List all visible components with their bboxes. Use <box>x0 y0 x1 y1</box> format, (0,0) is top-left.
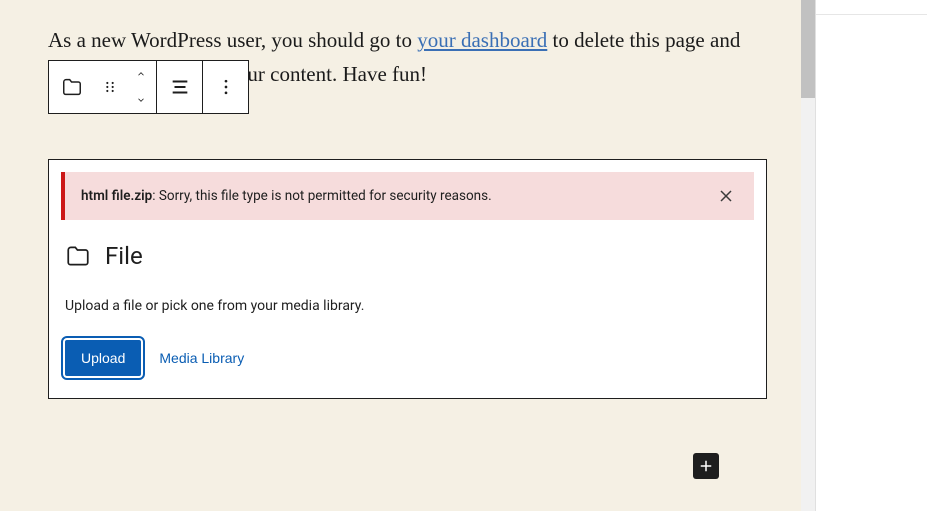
media-library-button[interactable]: Media Library <box>159 350 244 366</box>
error-text: Sorry, this file type is not permitted f… <box>159 188 492 204</box>
upload-button[interactable]: Upload <box>65 340 141 376</box>
drag-handle[interactable] <box>94 61 126 113</box>
error-message: html file.zip: Sorry, this file type is … <box>81 188 706 204</box>
align-button[interactable] <box>157 61 202 113</box>
chevron-down-icon <box>134 95 148 105</box>
dashboard-link[interactable]: your dashboard <box>417 28 547 52</box>
error-notice: html file.zip: Sorry, this file type is … <box>61 172 754 220</box>
drag-icon <box>102 79 118 95</box>
plus-icon <box>697 457 715 475</box>
file-placeholder-header: File <box>61 242 754 270</box>
options-button[interactable] <box>203 61 248 113</box>
chevron-up-icon <box>134 69 148 79</box>
block-toolbar <box>48 60 249 114</box>
file-icon <box>61 76 83 98</box>
dismiss-error-button[interactable] <box>710 180 742 212</box>
paragraph-text-before: As a new WordPress user, you should go t… <box>48 28 417 52</box>
file-placeholder-instructions: Upload a file or pick one from your medi… <box>61 298 754 314</box>
block-type-button[interactable] <box>49 61 94 113</box>
move-up-button[interactable] <box>126 61 156 87</box>
file-icon <box>65 243 91 269</box>
add-block-button[interactable] <box>693 453 719 479</box>
align-icon <box>169 76 191 98</box>
editor-canvas: As a new WordPress user, you should go t… <box>0 0 815 511</box>
block-movers <box>126 61 156 113</box>
more-vertical-icon <box>216 77 236 97</box>
editor-scrollbar-thumb[interactable] <box>801 0 815 98</box>
error-separator: : <box>152 188 159 204</box>
file-placeholder-title: File <box>105 242 143 270</box>
settings-sidebar <box>815 0 927 511</box>
move-down-button[interactable] <box>126 87 156 113</box>
file-placeholder-actions: Upload Media Library <box>61 340 754 386</box>
file-block[interactable]: html file.zip: Sorry, this file type is … <box>48 159 767 399</box>
error-filename: html file.zip <box>81 188 152 204</box>
sidebar-divider <box>816 14 927 15</box>
editor-scrollbar-track[interactable] <box>801 0 815 511</box>
close-icon <box>716 186 736 206</box>
